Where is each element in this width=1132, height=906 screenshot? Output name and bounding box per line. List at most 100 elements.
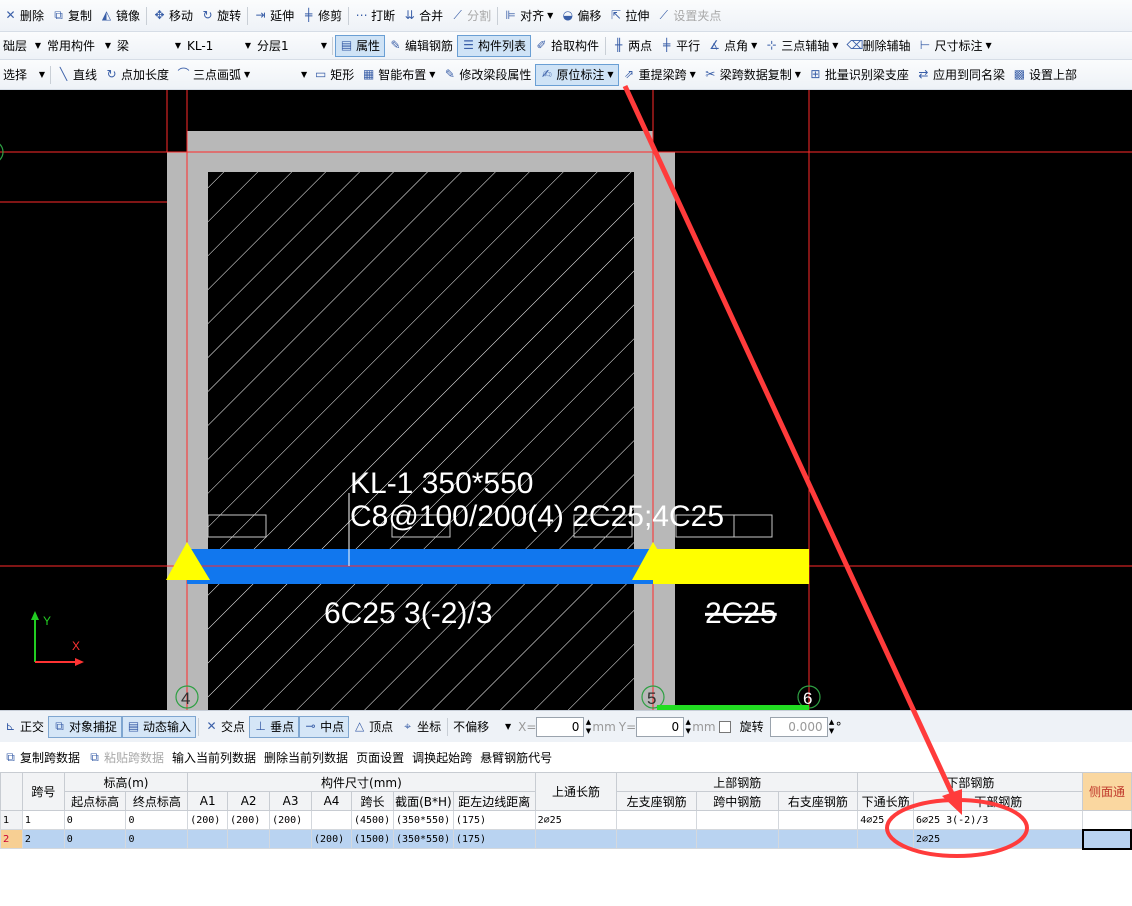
copy-button[interactable]: ⧉ 复制 [48, 5, 96, 27]
vertex-snap[interactable]: △ 顶点 [349, 716, 397, 738]
beam-stirrup-label: C8@100/200(4) 2C25;4C25 [350, 500, 724, 533]
repick-span-button[interactable]: ⇗ 重提梁跨 ▼ [619, 64, 700, 86]
span-copy-button[interactable]: ✂ 梁跨数据复制 ▼ [700, 64, 805, 86]
in-situ-label-icon: ✍ [541, 67, 552, 81]
property-button[interactable]: ▤ 属性 [335, 34, 386, 57]
category-value: 常用构件 [47, 39, 96, 53]
break-icon: ⋯ [355, 8, 368, 22]
chevron-down-icon: ▼ [832, 41, 839, 50]
edit-toolbar: ✕ 删除 ⧉ 复制 ◭ 镜像 ✥ 移动 ↻ 旋转 ⇥ 延伸 ╪ 修剪 ⋯ 打断 ⇊ 合并 ⟋ 分割 ⊫ 对齐 ▼ ◒ 偏移 ⇱ 拉伸… [0, 0, 1132, 32]
y-input[interactable]: 0 [636, 716, 685, 737]
modify-span-button[interactable]: ✎ 修改梁段属性 [439, 64, 535, 86]
property-icon: ▤ [340, 38, 353, 52]
x-spinner[interactable]: ▲ ▼ [584, 718, 592, 736]
batch-identify-button[interactable]: ⊞ 批量识别梁支座 [805, 64, 913, 86]
break-button-label: 打断 [371, 9, 396, 23]
rotate-button-label: 旋转 [217, 9, 242, 23]
extend-button[interactable]: ⇥ 延伸 [250, 5, 298, 27]
offset-icon: ◒ [562, 8, 574, 22]
line-button[interactable]: ╲ 直线 [53, 64, 101, 86]
dynamic-input-toggle[interactable]: ▤ 动态输入 [122, 715, 197, 738]
parallel-button[interactable]: ╪ 平行 [656, 35, 704, 57]
cad-drawing: KL-1 350*550 C8@100/200(4) 2C25;4C25 6C2… [0, 90, 1132, 710]
copy-icon: ⧉ [54, 8, 63, 22]
point-angle-button[interactable]: ∡ 点角 ▼ [704, 35, 761, 57]
split-button[interactable]: ⟋ 分割 [447, 5, 495, 27]
offset-button[interactable]: ◒ 偏移 [557, 5, 605, 27]
ortho-toggle[interactable]: ⊾ 正交 [0, 716, 48, 738]
component-list-button[interactable]: ☰ 构件列表 [457, 34, 532, 57]
beam-buttons: ▭ 矩形 ▦ 智能布置 ▼ ✎ 修改梁段属性 ✍ 原位标注 ▼ ⇗ 重提梁跨 ▼ ✂ 梁跨数据复制 ▼ ⊞ 批量识… [310, 63, 1081, 86]
intersection-snap[interactable]: ✕ 交点 [201, 716, 249, 738]
set-grip-button-label: 设置夹点 [673, 9, 722, 23]
rectangle-button[interactable]: ▭ 矩形 [310, 64, 358, 86]
move-button[interactable]: ✥ 移动 [149, 5, 197, 27]
floor-value: 础层 [3, 39, 28, 53]
perpendicular-snap[interactable]: ⊥ 垂点 [249, 715, 300, 738]
rotate-button[interactable]: ↻ 旋转 [197, 5, 245, 27]
object-snap-toggle[interactable]: ⧉ 对象捕捉 [48, 715, 123, 738]
mirror-button[interactable]: ◭ 镜像 [96, 5, 144, 27]
grid-action-1[interactable]: ⧉ 复制跨数据 [0, 746, 84, 768]
separator [447, 717, 449, 736]
layer-select[interactable]: 分层1 ▼ [254, 36, 330, 56]
grid-action-4[interactable]: 删除当前列数据 [260, 746, 352, 768]
grid-action-5[interactable]: 页面设置 [352, 746, 408, 768]
merge-button[interactable]: ⇊ 合并 [399, 5, 447, 27]
break-button[interactable]: ⋯ 打断 [351, 5, 399, 27]
component-select[interactable]: KL-1 ▼ [184, 36, 254, 56]
point-length-button[interactable]: ↻ 点加长度 [101, 64, 173, 86]
draw-mode-select[interactable]: ▼ [254, 65, 310, 85]
delete-axis-button[interactable]: ⌫ 删除辅轴 [842, 35, 914, 57]
midpoint-snap[interactable]: ⊸ 中点 [299, 715, 350, 738]
coordinate-label: 坐标 [417, 720, 442, 734]
component-list-icon: ☰ [463, 38, 474, 52]
x-input[interactable]: 0 [536, 716, 585, 737]
floor-select[interactable]: 础层 ▼ [0, 36, 44, 56]
select-dropdown[interactable]: 选择 ▼ [0, 65, 48, 85]
beam-bottom-label: 6C25 3(-2)/3 [324, 597, 492, 630]
line-icon: ╲ [59, 67, 68, 81]
type-select[interactable]: 梁 ▼ [114, 36, 184, 56]
drawing-canvas[interactable]: KL-1 350*550 C8@100/200(4) 2C25;4C25 6C2… [0, 90, 1132, 710]
dimension-button[interactable]: ⊢ 尺寸标注 ▼ [914, 35, 995, 57]
offset-mode-select[interactable]: 不偏移 ▼ [450, 717, 514, 737]
set-grip-button[interactable]: ⟋ 设置夹点 [653, 5, 725, 27]
grid-action-6[interactable]: 调换起始跨 [408, 746, 476, 768]
offset-button-label: 偏移 [577, 9, 602, 23]
arc-button[interactable]: ⌒ 三点画弧 ▼ [173, 64, 254, 86]
grid-action-2[interactable]: ⧉ 粘贴跨数据 [84, 746, 168, 768]
grid-action-7[interactable]: 悬臂钢筋代号 [476, 746, 556, 768]
axis-label-5: 5 [647, 689, 656, 708]
smart-layout-button[interactable]: ▦ 智能布置 ▼ [358, 64, 439, 86]
pick-component-icon: ✐ [536, 38, 547, 52]
move-button-label: 移动 [169, 9, 194, 23]
in-situ-label-button[interactable]: ✍ 原位标注 ▼ [535, 63, 619, 86]
three-point-axis-button[interactable]: ⊹ 三点辅轴 ▼ [761, 35, 842, 57]
pick-component-button[interactable]: ✐ 拾取构件 [531, 35, 603, 57]
rotate-icon: ↻ [202, 8, 213, 22]
rotate-checkbox[interactable] [718, 720, 731, 733]
set-top-button[interactable]: ▩ 设置上部 [1009, 64, 1081, 86]
two-point-button[interactable]: ╫ 两点 [608, 35, 656, 57]
category-select[interactable]: 常用构件 ▼ [44, 36, 114, 56]
stretch-button[interactable]: ⇱ 拉伸 [605, 5, 653, 27]
rotate-spinner[interactable]: ▲ ▼ [828, 718, 836, 736]
three-point-axis-button-label: 三点辅轴 [781, 39, 830, 53]
rotate-input[interactable]: 0.000 [769, 716, 828, 737]
align-button-label: 对齐 [520, 9, 545, 23]
beam-span-2[interactable] [653, 549, 809, 584]
delete-button[interactable]: ✕ 删除 [0, 5, 48, 27]
trim-icon: ╪ [304, 8, 313, 22]
perpendicular-label: 垂点 [270, 720, 295, 734]
y-spinner[interactable]: ▲ ▼ [684, 718, 692, 736]
grid-action-3[interactable]: 输入当前列数据 [168, 746, 260, 768]
chevron-down-icon: ▼ [320, 41, 327, 50]
coordinate-snap[interactable]: ⌖ 坐标 [397, 716, 445, 738]
edit-rebar-button[interactable]: ✎ 编辑钢筋 [385, 35, 457, 57]
dynamic-input-icon: ▤ [127, 719, 140, 733]
offset-mode-value: 不偏移 [453, 720, 490, 734]
apply-same-button[interactable]: ⇄ 应用到同名梁 [913, 64, 1009, 86]
trim-button[interactable]: ╪ 修剪 [298, 5, 346, 27]
align-button[interactable]: ⊫ 对齐 ▼ [500, 5, 557, 27]
